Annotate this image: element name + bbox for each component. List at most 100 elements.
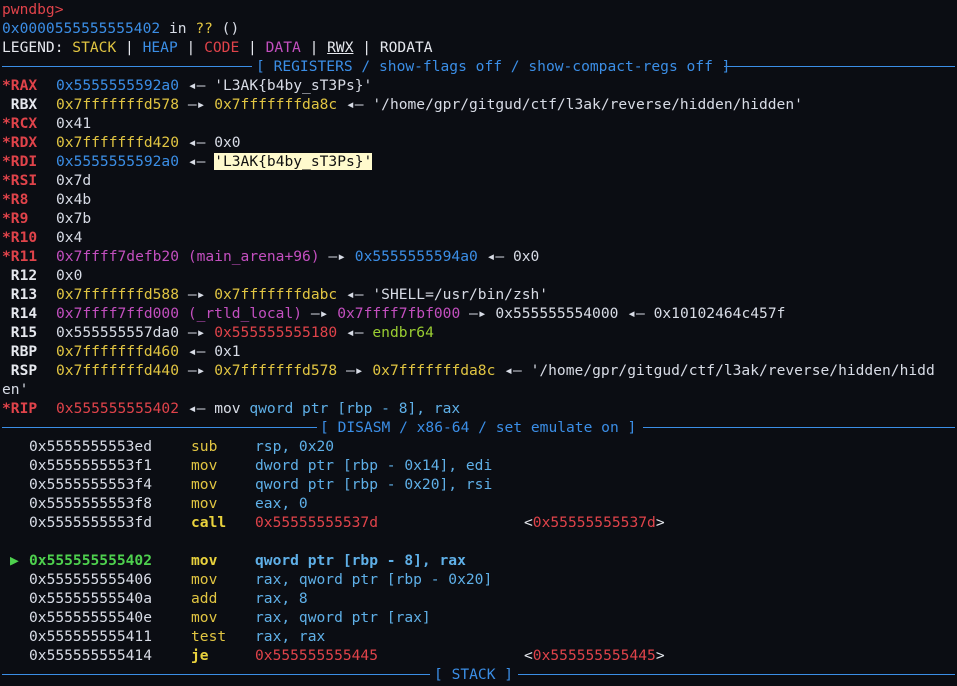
disasm-row: 0x555555555411 test rax, rax [0,627,957,646]
register-value: 0x5555555592a0 [56,77,180,94]
pointer-value: 0x555555554000 [495,305,619,322]
instruction-operands: rax, qword ptr [rbp - 0x20] [255,571,493,588]
disasm-divider-left [2,427,317,428]
instruction-value: endbr64 [372,324,434,341]
rsp-wrap-line: en' [2,381,29,398]
arrow-icon: ◂— [627,305,645,322]
arrow-icon: ◂— [346,324,364,341]
instruction-address: 0x5555555553f1 [29,457,153,474]
arrow-icon: —▸ [187,96,206,113]
instruction-mnemonic: mov [191,571,218,588]
legend-separator: | [353,39,380,56]
current-instruction-arrow-icon: ▶ [10,552,19,569]
register-name: R9 [10,210,29,227]
pointer-value: 0x0 [512,248,540,265]
register-value: 0x4 [56,229,83,246]
disasm-row: 0x5555555553fd call 0x55555555537d <0x55555… [0,513,957,532]
pointer-value: 0x7fffffffd578 [214,362,338,379]
string-value: '/home/gpr/gitgud/ctf/l3ak/reverse/hidde… [530,362,935,379]
arrow-icon: ◂— [187,134,206,151]
register-value: 0x5555555592a0 [56,153,180,170]
legend: LEGEND: STACK | HEAP | CODE | DATA | RWX… [2,38,433,57]
register-value: 0x555555555402 [56,400,180,417]
instruction-mnemonic: test [191,628,227,645]
pointer-value: 0x7fffffffda8c [214,96,338,113]
register-value: 0x4b [56,191,92,208]
register-rdi: *RDI 0x5555555592a0 ◂— 'L3AK{b4by_sT3Ps}' [2,152,373,171]
legend-heap: HEAP [142,39,178,56]
instruction-mnemonic: je [191,647,209,664]
register-value: 0x41 [56,115,92,132]
string-value: 'L3AK{b4by_sT3Ps}' [214,77,373,94]
arrow-icon: —▸ [310,305,329,322]
changed-marker: * [2,115,11,132]
instruction-address: 0x555555555406 [29,571,153,588]
register-rbx: RBX 0x7fffffffd578 —▸ 0x7fffffffda8c ◂— '… [2,95,803,114]
instruction-address: 0x555555555411 [29,628,153,645]
disasm-row: 0x5555555553ed sub rsp, 0x20 [0,437,957,456]
instruction-operands: 0x55555555537d [255,514,379,531]
register-value: 0x7fffffffd578 [56,96,180,113]
changed-marker [2,324,11,341]
legend-rodata: RODATA [379,39,433,56]
instruction-mnemonic: mov [214,400,241,417]
register-r15: R15 0x555555557da0 —▸ 0x555555555180 ◂— e… [2,323,434,342]
arrow-icon: ◂— [346,96,364,113]
register-rdx: *RDX 0x7fffffffd420 ◂— 0x0 [2,133,241,152]
legend-separator: | [239,39,266,56]
changed-marker [2,286,11,303]
disasm-row: 0x555555555406 mov rax, qword ptr [rbp - 0… [0,570,957,589]
symbol-name: (main_arena+96) [187,248,320,265]
register-value: 0x7fffffffd460 [56,343,180,360]
symbol-name: (_rtld_local) [187,305,303,322]
register-name: RIP [10,400,38,417]
string-value: 'SHELL=/usr/bin/zsh' [372,286,549,303]
pointer-value: 0x5555555594a0 [354,248,478,265]
disasm-row: 0x5555555553f1 mov dword ptr [rbp - 0x14],… [0,456,957,475]
register-rip: *RIP 0x555555555402 ◂— mov qword ptr [rbp… [2,399,460,418]
register-r8: *R8 0x4b [2,190,91,209]
instruction-operands: rsp, 0x20 [255,438,335,455]
disasm-row: 0x55555555540a add rax, 8 [0,589,957,608]
register-name: RDX [10,134,38,151]
register-rsi: *RSI 0x7d [2,171,91,190]
instruction-mnemonic: mov [191,495,218,512]
register-name: RAX [10,77,38,94]
changed-marker [2,343,11,360]
instruction-operands: eax, 0 [255,495,308,512]
string-value: '/home/gpr/gitgud/ctf/l3ak/reverse/hidde… [372,96,803,113]
pointer-value: 0x1 [214,343,241,360]
registers-divider-left [2,66,252,67]
instruction-mnemonic: mov [191,552,218,569]
highlighted-string-value[interactable]: 'L3AK{b4by_sT3Ps}' [214,153,373,170]
arrow-icon: —▸ [187,324,206,341]
register-value: 0x7ffff7ffd000 [56,305,180,322]
disasm-section-header: [ DISASM / x86-64 / set emulate on ] [320,419,637,436]
pointer-value: 0x7fffffffdabc [214,286,338,303]
location-symbol: ?? [195,20,213,37]
instruction-operands: qword ptr [rbp - 8], rax [249,400,461,417]
arrow-icon: ◂— [346,286,364,303]
current-location: 0x0000555555555402 in ?? () [2,19,239,38]
arrow-icon: ◂— [187,400,206,417]
instruction-operands: rax, rax [255,628,326,645]
instruction-mnemonic: mov [191,609,218,626]
instruction-mnemonic: call [191,514,227,531]
changed-marker [2,96,11,113]
register-rcx: *RCX 0x41 [2,114,91,133]
terminal-window[interactable]: pwndbg> 0x0000555555555402 in ?? () LEGE… [0,0,957,686]
register-name: R13 [10,286,38,303]
instruction-operands: dword ptr [rbp - 0x14], edi [255,457,493,474]
instruction-mnemonic: mov [191,476,218,493]
arrow-icon: —▸ [187,286,206,303]
register-value: 0x7fffffffd440 [56,362,180,379]
legend-stack: STACK [72,39,117,56]
arrow-icon: ◂— [187,77,206,94]
arrow-icon: —▸ [328,248,346,265]
instruction-address: 0x5555555553fd [29,514,153,531]
instruction-operands: rax, qword ptr [rax] [255,609,431,626]
register-value: 0x555555557da0 [56,324,180,341]
register-rax: *RAX 0x5555555592a0 ◂— 'L3AK{b4by_sT3Ps}' [2,76,372,95]
register-name: R11 [10,248,38,265]
register-name: RBP [10,343,38,360]
